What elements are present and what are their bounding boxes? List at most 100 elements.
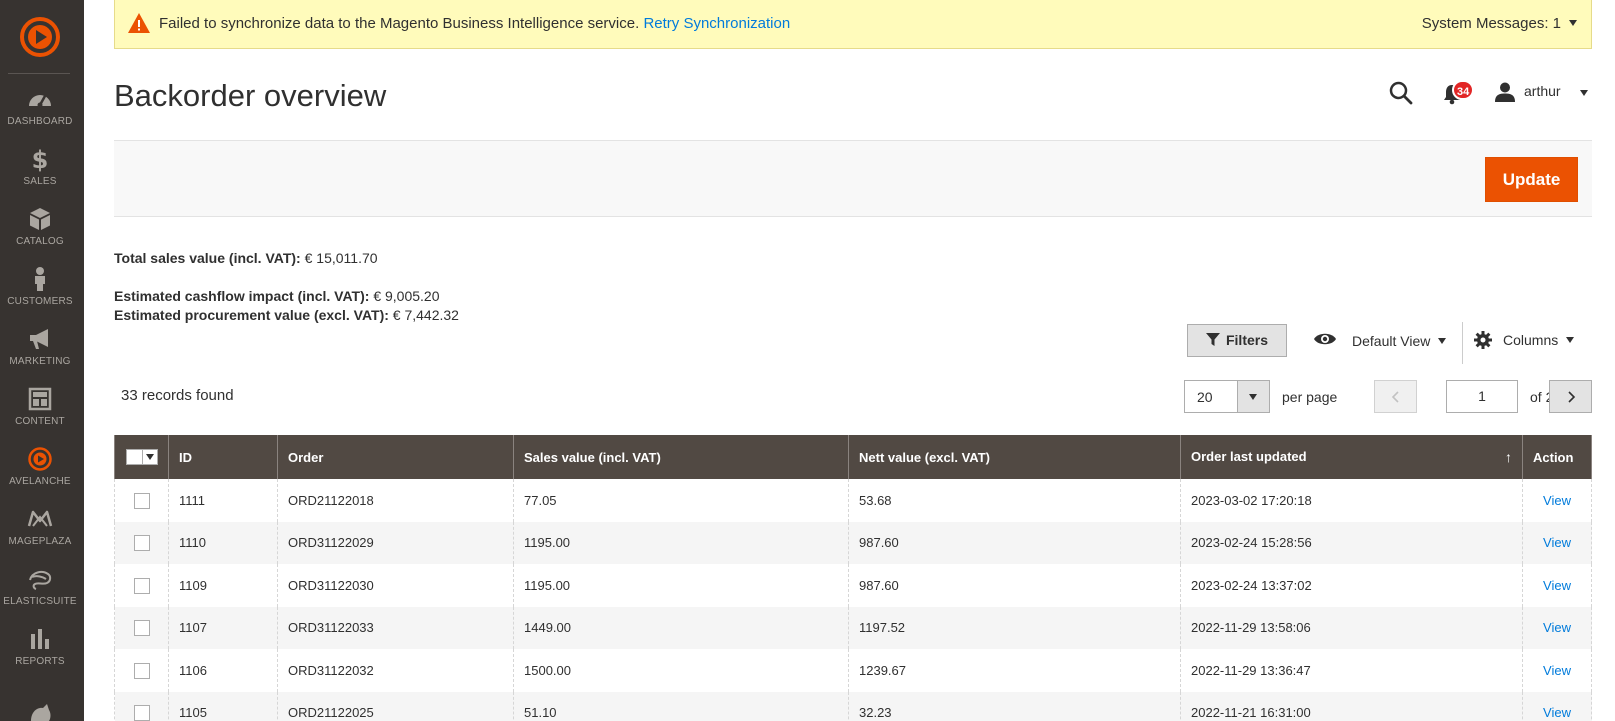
sort-ascending-icon[interactable]: ↑ xyxy=(1505,449,1512,465)
cell-order-updated: 2022-11-29 13:36:47 xyxy=(1180,649,1523,692)
cell-order: ORD31122030 xyxy=(277,564,514,607)
dollar-icon: $ xyxy=(32,146,49,172)
avelanche-logo-icon[interactable] xyxy=(18,15,62,59)
default-view-dropdown[interactable]: Default View xyxy=(1352,333,1447,349)
procurement-label: Estimated procurement value (excl. VAT): xyxy=(114,307,389,323)
row-checkbox[interactable] xyxy=(133,535,150,552)
current-page-input[interactable]: 1 xyxy=(1446,380,1518,413)
sidebar-item-dashboard[interactable]: DASHBOARD xyxy=(0,86,80,146)
procurement-value: € 7,442.32 xyxy=(392,307,459,323)
row-select-cell xyxy=(114,521,169,564)
mass-select-control[interactable] xyxy=(125,449,158,466)
layout-icon xyxy=(28,387,52,411)
retry-sync-link[interactable]: Retry Synchronization xyxy=(643,15,790,32)
chevron-down-icon xyxy=(1249,394,1257,400)
column-header-order-last-updated[interactable]: Order last updated ↑ xyxy=(1180,435,1523,479)
column-header-sales-value[interactable]: Sales value (incl. VAT) xyxy=(513,435,849,479)
user-menu-name[interactable]: arthur xyxy=(1524,83,1561,99)
next-page-button[interactable] xyxy=(1549,380,1592,413)
cashflow-line: Estimated cashflow impact (incl. VAT): €… xyxy=(114,288,439,304)
person-icon xyxy=(35,267,45,291)
column-header-order[interactable]: Order xyxy=(277,435,514,479)
backorder-grid: ID Order Sales value (incl. VAT) Nett va… xyxy=(114,435,1592,721)
sidebar-item-label: SALES xyxy=(23,176,57,187)
mageplaza-icon xyxy=(27,510,53,527)
view-link[interactable]: View xyxy=(1543,578,1571,593)
elasticsuite-icon xyxy=(29,571,52,590)
sidebar-item-sales[interactable]: $ SALES xyxy=(0,146,80,206)
logo-divider xyxy=(8,73,70,74)
chevron-down-icon[interactable] xyxy=(145,454,154,461)
row-checkbox[interactable] xyxy=(133,662,150,679)
cell-id: 1109 xyxy=(168,564,278,607)
table-row: 1105 ORD21122025 51.10 32.23 2022-11-21 … xyxy=(114,691,1592,721)
column-header-label: Order last updated xyxy=(1191,449,1307,464)
cell-sales-value: 1449.00 xyxy=(513,606,849,649)
play-circle-icon xyxy=(28,447,52,471)
user-icon[interactable] xyxy=(1494,82,1516,102)
view-link[interactable]: View xyxy=(1543,493,1571,508)
sidebar-item-label: CATALOG xyxy=(16,236,64,247)
sidebar-item-marketing[interactable]: MARKETING xyxy=(0,326,80,386)
partial-menu-icon[interactable] xyxy=(27,700,53,721)
view-link[interactable]: View xyxy=(1543,705,1571,720)
row-checkbox[interactable] xyxy=(133,705,150,721)
table-row: 1109 ORD31122030 1195.00 987.60 2023-02-… xyxy=(114,564,1592,607)
gear-icon[interactable] xyxy=(1474,331,1492,349)
warning-icon xyxy=(128,13,150,33)
sidebar-item-customers[interactable]: CUSTOMERS xyxy=(0,266,80,326)
cell-action: View xyxy=(1522,691,1592,721)
sidebar-item-content[interactable]: CONTENT xyxy=(0,386,80,446)
page-title: Backorder overview xyxy=(114,78,387,113)
column-header-nett-value[interactable]: Nett value (excl. VAT) xyxy=(848,435,1181,479)
search-icon[interactable] xyxy=(1388,80,1414,106)
cell-order: ORD31122029 xyxy=(277,521,514,564)
cell-order-updated: 2022-11-29 13:58:06 xyxy=(1180,606,1523,649)
mass-select-header[interactable] xyxy=(114,435,169,479)
notifications-badge[interactable]: 34 xyxy=(1452,80,1475,100)
box-icon xyxy=(30,208,50,230)
sidebar-item-elasticsuite[interactable]: ELASTICSUITE xyxy=(0,566,80,626)
sidebar-item-reports[interactable]: REPORTS xyxy=(0,626,80,686)
view-link[interactable]: View xyxy=(1543,620,1571,635)
cell-sales-value: 51.10 xyxy=(513,691,849,721)
cell-order: ORD21122018 xyxy=(277,479,514,522)
cell-sales-value: 1500.00 xyxy=(513,649,849,692)
sidebar-item-avelanche[interactable]: AVELANCHE xyxy=(0,446,80,506)
column-header-id[interactable]: ID xyxy=(168,435,278,479)
row-checkbox[interactable] xyxy=(133,620,150,637)
sidebar-item-label: MAGEPLAZA xyxy=(8,536,72,547)
per-page-toggle[interactable] xyxy=(1237,381,1269,412)
bar-chart-icon xyxy=(31,629,49,649)
columns-dropdown[interactable]: Columns xyxy=(1503,332,1575,348)
mass-select-checkbox[interactable] xyxy=(127,450,143,465)
row-checkbox[interactable] xyxy=(133,577,150,594)
cell-sales-value: 1195.00 xyxy=(513,521,849,564)
filters-button[interactable]: Filters xyxy=(1187,324,1287,357)
sidebar-item-label: CONTENT xyxy=(15,416,65,427)
previous-page-button[interactable] xyxy=(1374,380,1417,413)
per-page-select[interactable]: 20 xyxy=(1184,380,1270,413)
cell-id: 1105 xyxy=(168,691,278,721)
view-link[interactable]: View xyxy=(1543,663,1571,678)
chevron-down-icon[interactable] xyxy=(1580,90,1588,96)
sidebar-item-mageplaza[interactable]: MAGEPLAZA xyxy=(0,506,80,566)
total-sales-value: € 15,011.70 xyxy=(304,250,378,266)
megaphone-icon xyxy=(30,329,48,349)
view-link[interactable]: View xyxy=(1543,535,1571,550)
row-checkbox[interactable] xyxy=(133,492,150,509)
cell-order-updated: 2022-11-21 16:31:00 xyxy=(1180,691,1523,721)
table-row: 1111 ORD21122018 77.05 53.68 2023-03-02 … xyxy=(114,479,1592,522)
eye-icon[interactable] xyxy=(1313,331,1337,347)
message-text: Failed to synchronize data to the Magent… xyxy=(159,15,640,32)
cell-nett-value: 32.23 xyxy=(848,691,1181,721)
cell-nett-value: 1197.52 xyxy=(848,606,1181,649)
sidebar-item-catalog[interactable]: CATALOG xyxy=(0,206,80,266)
per-page-label: per page xyxy=(1282,389,1338,405)
svg-text:$: $ xyxy=(32,146,49,172)
filters-label: Filters xyxy=(1225,332,1268,348)
update-button[interactable]: Update xyxy=(1485,157,1578,202)
cell-action: View xyxy=(1522,521,1592,564)
chevron-left-icon xyxy=(1391,391,1399,403)
system-messages-toggle[interactable]: System Messages: 1 xyxy=(1422,15,1577,32)
